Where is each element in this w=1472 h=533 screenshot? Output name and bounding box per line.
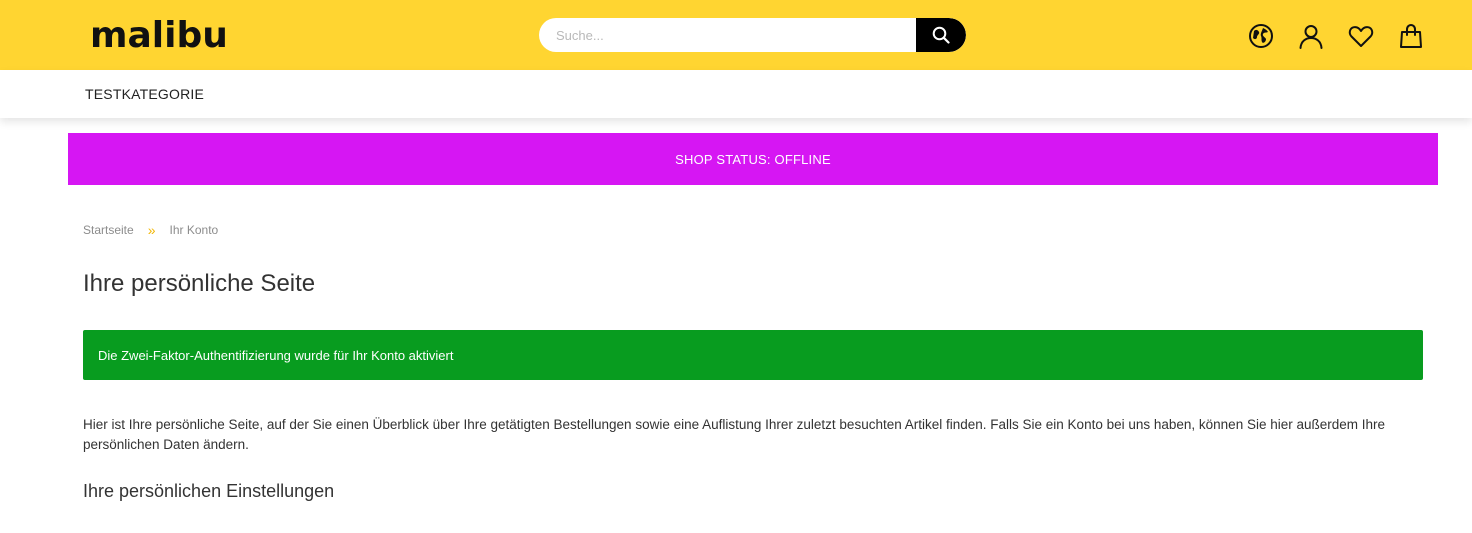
nav-item-testkategorie[interactable]: TESTKATEGORIE	[85, 86, 204, 102]
breadcrumb-separator: »	[147, 222, 156, 238]
breadcrumb-item-account[interactable]: Ihr Konto	[170, 223, 219, 237]
two-factor-success-alert: Die Zwei-Faktor-Authentifizierung wurde …	[83, 330, 1423, 380]
category-nav: TESTKATEGORIE	[0, 70, 1472, 118]
shopping-bag-icon	[1400, 23, 1422, 48]
logo[interactable]: malibu	[90, 14, 228, 58]
search-input[interactable]	[539, 18, 916, 52]
cart-button[interactable]	[1396, 21, 1426, 51]
account-button[interactable]	[1296, 21, 1326, 51]
search-bar	[539, 18, 966, 52]
breadcrumb: Startseite » Ihr Konto	[83, 222, 218, 238]
page-title: Ihre persönliche Seite	[83, 270, 316, 297]
settings-section-title: Ihre persönlichen Einstellungen	[83, 481, 335, 501]
heart-icon	[1348, 26, 1374, 47]
language-button[interactable]	[1246, 21, 1276, 51]
wishlist-button[interactable]	[1346, 21, 1376, 51]
shop-status-banner: SHOP STATUS: OFFLINE	[68, 133, 1438, 185]
user-icon	[1299, 25, 1323, 49]
top-header: malibu	[0, 0, 1472, 70]
search-button[interactable]	[916, 18, 966, 52]
breadcrumb-item-home[interactable]: Startseite	[83, 223, 134, 237]
globe-icon	[1249, 24, 1273, 48]
header-icon-bar	[1246, 21, 1426, 51]
account-intro-text: Hier ist Ihre persönliche Seite, auf der…	[83, 417, 1386, 452]
search-icon	[932, 26, 950, 44]
